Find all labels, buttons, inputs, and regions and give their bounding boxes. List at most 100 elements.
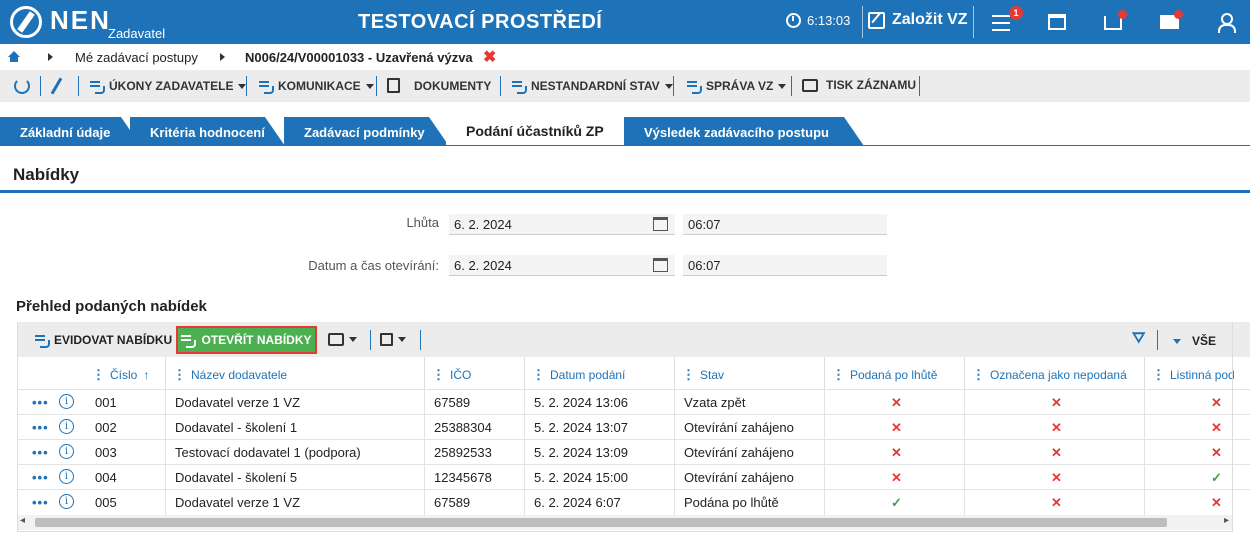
tab-underline [0, 145, 1250, 146]
cell-nepodana: ✕ [1051, 495, 1062, 510]
scrollbar-thumb[interactable] [35, 518, 1167, 527]
col-stav[interactable]: ⋮ Stav [682, 367, 724, 383]
caret-down-icon [365, 83, 374, 89]
col-listinna[interactable]: ⋮ Listinná pod [1152, 367, 1234, 383]
tab-kriteria[interactable]: Kritéria hodnocení [130, 117, 285, 146]
column-menu-icon[interactable]: ⋮ [1152, 367, 1165, 383]
cell-divider [964, 465, 965, 490]
calendar-icon[interactable] [653, 258, 668, 272]
scroll-right-icon[interactable]: ▸ [1224, 515, 1229, 526]
cell-divider [165, 440, 166, 465]
print-menu[interactable] [328, 333, 357, 346]
opening-time-field[interactable]: 06:07 [683, 255, 887, 276]
refresh-icon[interactable] [14, 78, 30, 94]
toolbar-divider [420, 330, 421, 350]
tab-zakladni-udaje[interactable]: Základní údaje [0, 117, 141, 146]
toolbar-divider [40, 76, 41, 96]
col-listinna-label: Listinná pod [1170, 368, 1234, 382]
deadline-date-field[interactable]: 6. 2. 2024 [449, 214, 675, 235]
dokumenty-button[interactable]: DOKUMENTY [387, 78, 491, 93]
export-menu[interactable] [380, 333, 406, 346]
info-icon[interactable]: i [59, 419, 74, 434]
opening-date-field[interactable]: 6. 2. 2024 [449, 255, 675, 276]
user-icon[interactable] [1217, 13, 1236, 33]
row-actions-icon[interactable]: ••• [32, 395, 49, 410]
row-actions-icon[interactable]: ••• [32, 495, 49, 510]
sprava-menu[interactable]: SPRÁVA VZ [687, 79, 787, 94]
close-icon[interactable]: ✖ [483, 47, 496, 67]
cell-nazev: Testovací dodavatel 1 (podpora) [175, 445, 361, 460]
cell-datum: 5. 2. 2024 13:07 [534, 420, 628, 435]
caret-down-icon [1173, 338, 1181, 344]
row-actions-icon[interactable]: ••• [32, 470, 49, 485]
view-selector[interactable]: VŠE [1173, 334, 1216, 348]
cell-divider [165, 415, 166, 440]
cell-ico: 12345678 [434, 470, 492, 485]
cell-divider [1144, 415, 1145, 440]
info-icon[interactable]: i [59, 469, 74, 484]
cell-po-lhute: ✕ [891, 420, 902, 435]
pencil-icon[interactable] [50, 77, 63, 95]
column-menu-icon[interactable]: ⋮ [832, 367, 845, 383]
ukony-menu[interactable]: ÚKONY ZADAVATELE [90, 79, 247, 94]
table-row[interactable]: ••• i 002 Dodavatel - školení 1 25388304 5. 2… [17, 414, 1250, 440]
cell-po-lhute: ✕ [891, 445, 902, 460]
header-divider [862, 6, 863, 38]
toolbar-divider [246, 76, 247, 96]
calendar-icon[interactable] [653, 217, 668, 231]
info-icon[interactable]: i [59, 394, 74, 409]
info-icon[interactable]: i [59, 494, 74, 509]
col-ico[interactable]: ⋮ IČO [432, 367, 471, 383]
cell-datum: 5. 2. 2024 13:06 [534, 395, 628, 410]
open-offers-button[interactable]: OTEVŘÍT NABÍDKY [176, 326, 317, 354]
col-datum[interactable]: ⋮ Datum podání [532, 367, 625, 383]
cell-ico: 25388304 [434, 420, 492, 435]
tab-podani-ucastniku[interactable]: Podání účastníků ZP [446, 117, 624, 146]
col-nepodana[interactable]: ⋮ Označena jako nepodaná [972, 367, 1127, 383]
nestandardni-menu[interactable]: NESTANDARDNÍ STAV [512, 79, 673, 94]
col-nazev[interactable]: ⋮ Název dodavatele [173, 367, 287, 383]
tisk-button[interactable]: TISK ZÁZNAMU [802, 78, 916, 92]
column-menu-icon[interactable]: ⋮ [972, 367, 985, 383]
evidovat-button[interactable]: EVIDOVAT NABÍDKU [35, 333, 172, 348]
breadcrumb-my-procedures[interactable]: Mé zadávací postupy [75, 50, 198, 65]
home-icon[interactable] [8, 51, 20, 62]
column-menu-icon[interactable]: ⋮ [532, 367, 545, 383]
col-cislo[interactable]: ⋮ Číslo ↑ [92, 367, 149, 383]
table-row[interactable]: ••• i 005 Dodavatel verze 1 VZ 67589 6. 2. 20… [17, 489, 1250, 515]
table-row[interactable]: ••• i 001 Dodavatel verze 1 VZ 67589 5. 2. 20… [17, 389, 1250, 415]
nen-logo-icon[interactable] [10, 6, 42, 38]
row-actions-icon[interactable]: ••• [32, 445, 49, 460]
info-icon[interactable]: i [59, 444, 74, 459]
tab-vysledek[interactable]: Výsledek zadávacího postupu [624, 117, 864, 146]
horizontal-scrollbar[interactable]: ◂ ▸ [17, 515, 1233, 530]
cell-stav: Otevírání zahájeno [684, 470, 794, 485]
table-row[interactable]: ••• i 003 Testovací dodavatel 1 (podpora) 25… [17, 439, 1250, 465]
deadline-time-field[interactable]: 06:07 [683, 214, 887, 235]
cell-cislo: 004 [95, 470, 117, 485]
table-row[interactable]: ••• i 004 Dodavatel - školení 5 12345678 5. 2… [17, 464, 1250, 490]
column-menu-icon[interactable]: ⋮ [92, 367, 105, 383]
cell-listinna: ✓ [1211, 470, 1222, 485]
breadcrumb-current: N006/24/V00001033 - Uzavřená výzva [245, 50, 473, 65]
cell-divider [424, 465, 425, 490]
cell-stav: Vzata zpět [684, 395, 746, 410]
tab-zadavaci-podminky[interactable]: Zadávací podmínky [284, 117, 449, 146]
scroll-left-icon[interactable]: ◂ [20, 515, 25, 526]
column-menu-icon[interactable]: ⋮ [173, 367, 186, 383]
filter-icon[interactable]: ⛛ [1132, 330, 1145, 348]
cell-datum: 6. 2. 2024 6:07 [534, 495, 621, 510]
col-po-lhute[interactable]: ⋮ Podaná po lhůtě [832, 367, 937, 383]
column-menu-icon[interactable]: ⋮ [682, 367, 695, 383]
column-menu-icon[interactable]: ⋮ [432, 367, 445, 383]
view-selector-label: VŠE [1192, 334, 1217, 348]
komunikace-menu[interactable]: KOMUNIKACE [259, 79, 374, 94]
calendar-icon[interactable] [1048, 14, 1066, 30]
row-actions-icon[interactable]: ••• [32, 420, 49, 435]
action-icon [90, 80, 105, 94]
chevron-right-icon [220, 53, 225, 61]
cell-divider [824, 465, 825, 490]
action-icon [687, 80, 702, 94]
cell-nepodana: ✕ [1051, 470, 1062, 485]
create-contract-button[interactable]: Založit VZ [868, 11, 968, 29]
